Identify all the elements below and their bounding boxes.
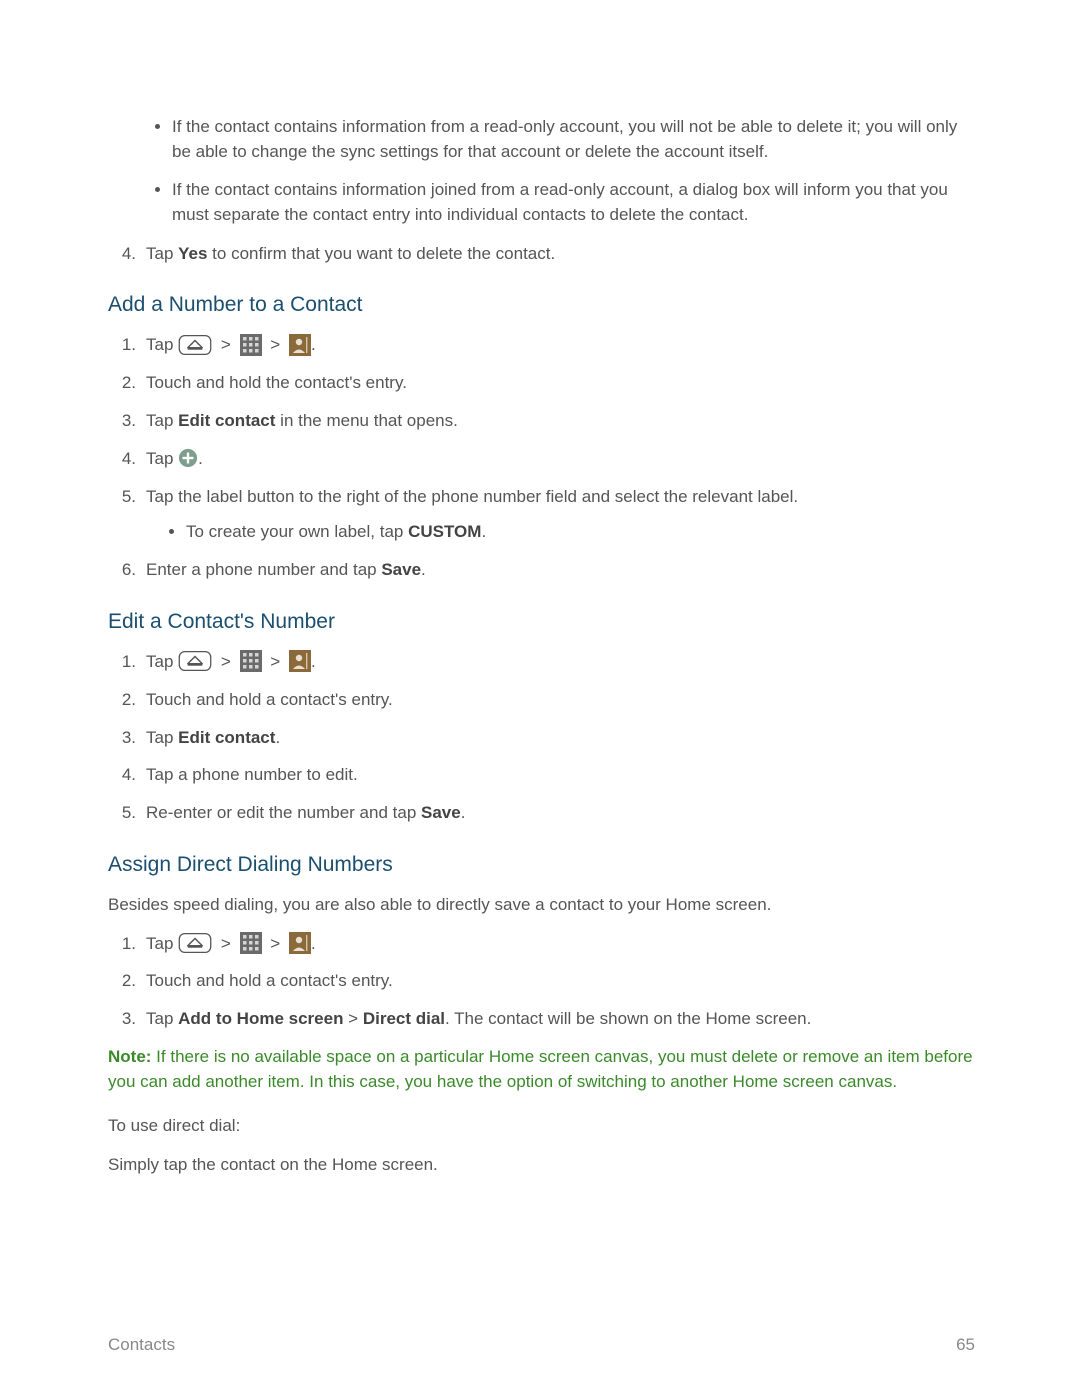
assign-step-3: 3. Tap Add to Home screen > Direct dial.… [108, 1007, 975, 1031]
heading-assign-direct-dial: Assign Direct Dialing Numbers [108, 853, 975, 877]
edit-step-4: 4. Tap a phone number to edit. [108, 763, 975, 787]
delete-step-4: 4. Tap Yes to confirm that you want to d… [108, 242, 975, 266]
bullet-item: If the contact contains information join… [172, 178, 975, 227]
plus-icon [178, 448, 198, 468]
use-direct-dial-text: Simply tap the contact on the Home scree… [108, 1153, 975, 1178]
heading-edit-number: Edit a Contact's Number [108, 610, 975, 634]
add-step-3: 3. Tap Edit contact in the menu that ope… [108, 409, 975, 433]
assign-step-2: 2. Touch and hold a contact's entry. [108, 969, 975, 993]
edit-step-5: 5. Re-enter or edit the number and tap S… [108, 801, 975, 825]
dialpad-icon [240, 932, 262, 954]
assign-step-1: 1. Tap > > . [108, 932, 975, 956]
use-direct-dial-label: To use direct dial: [108, 1114, 975, 1139]
edit-step-2: 2. Touch and hold a contact's entry. [108, 688, 975, 712]
note-home-screen: Note: If there is no available space on … [108, 1045, 975, 1094]
heading-add-number: Add a Number to a Contact [108, 293, 975, 317]
home-icon [178, 651, 212, 671]
contact-icon [289, 932, 311, 954]
contact-icon [289, 650, 311, 672]
edit-step-3: 3. Tap Edit contact. [108, 726, 975, 750]
bullet-item: If the contact contains information from… [172, 115, 975, 164]
footer-page-number: 65 [956, 1335, 975, 1355]
add-step-6: 6. Enter a phone number and tap Save. [108, 558, 975, 582]
home-icon [178, 933, 212, 953]
home-icon [178, 335, 212, 355]
edit-step-1: 1. Tap > > . [108, 650, 975, 674]
add-step-2: 2. Touch and hold the contact's entry. [108, 371, 975, 395]
page-footer: Contacts 65 [108, 1335, 975, 1355]
dialpad-icon [240, 334, 262, 356]
contact-icon [289, 334, 311, 356]
add-step-4: 4. Tap . [108, 447, 975, 471]
sub-bullet: To create your own label, tap CUSTOM. [186, 520, 975, 544]
add-step-5: 5. Tap the label button to the right of … [108, 485, 975, 545]
footer-section: Contacts [108, 1335, 175, 1355]
add-step-1: 1. Tap > > . [108, 333, 975, 357]
assign-intro: Besides speed dialing, you are also able… [108, 893, 975, 918]
dialpad-icon [240, 650, 262, 672]
delete-contact-bullets: If the contact contains information from… [108, 115, 975, 228]
